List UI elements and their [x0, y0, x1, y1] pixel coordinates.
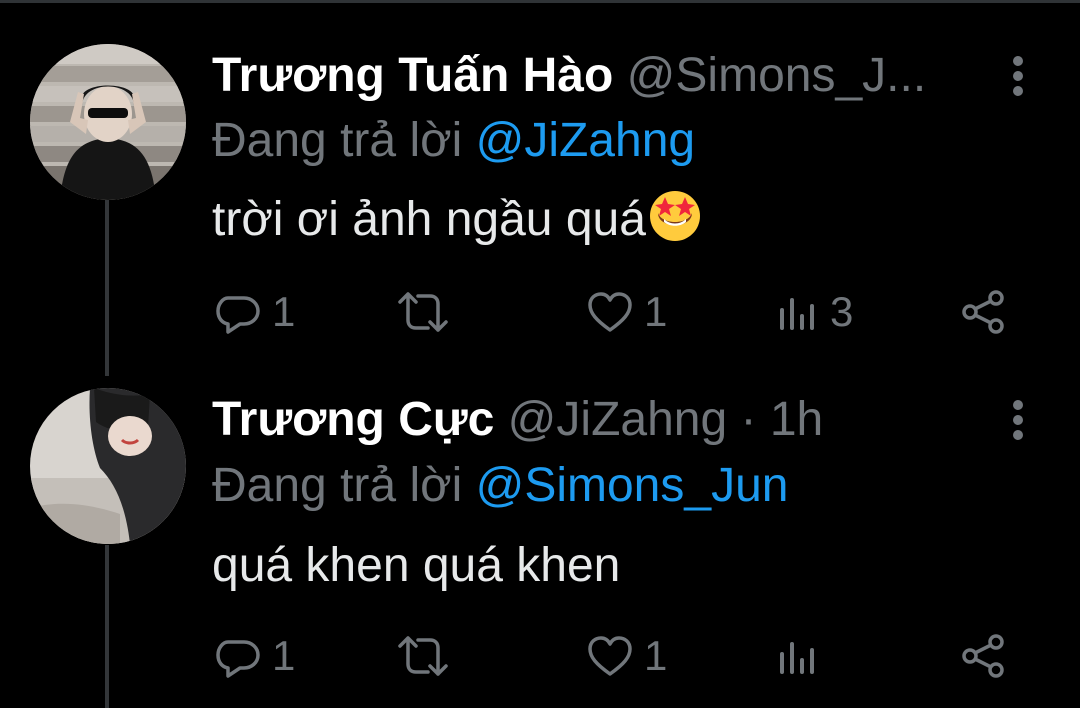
heart-icon	[588, 292, 632, 332]
tweet-header: Trương Cực @JiZahng · 1h	[212, 388, 990, 452]
replying-to: Đang trả lời @JiZahng	[212, 109, 695, 173]
like-count: 1	[644, 632, 668, 679]
views-icon	[780, 642, 814, 674]
reply-button[interactable]: 1	[214, 628, 295, 684]
display-name[interactable]: Trương Tuấn Hào	[212, 49, 613, 102]
retweet-button[interactable]	[396, 628, 460, 684]
replying-to: Đang trả lời @Simons_Jun	[212, 454, 788, 518]
tweet-text: quá khen quá khen	[212, 534, 620, 598]
retweet-icon	[398, 636, 448, 676]
tweet-text-content: trời ơi ảnh ngầu quá	[212, 193, 646, 246]
tweet-text-content: quá khen quá khen	[212, 539, 621, 592]
reply-prefix: Đang trả lời	[212, 114, 463, 167]
reply-icon	[216, 640, 260, 678]
more-button[interactable]	[1000, 389, 1036, 449]
heart-icon	[588, 636, 632, 676]
retweet-icon	[398, 292, 448, 332]
like-count: 1	[644, 288, 668, 335]
avatar[interactable]	[30, 44, 186, 200]
tweet[interactable]: Trương Tuấn Hào @Simons_J... Đang trả lờ…	[0, 0, 1080, 370]
like-button[interactable]: 1	[586, 284, 667, 340]
mention-link[interactable]: @JiZahng	[476, 114, 696, 167]
retweet-button[interactable]	[396, 284, 460, 340]
reply-button[interactable]: 1	[214, 284, 295, 340]
more-vertical-icon	[1013, 56, 1023, 96]
tweet-text: trời ơi ảnh ngầu quá	[212, 188, 702, 260]
tweet[interactable]: Trương Cực @JiZahng · 1h Đang trả lời @S…	[0, 370, 1080, 708]
views-button[interactable]	[776, 628, 830, 684]
more-button[interactable]	[1000, 45, 1036, 105]
avatar-photo	[30, 44, 186, 200]
display-name[interactable]: Trương Cực	[212, 393, 494, 446]
share-button[interactable]	[960, 628, 1006, 684]
like-button[interactable]: 1	[586, 628, 667, 684]
view-count: 3	[830, 288, 854, 335]
views-button[interactable]: 3	[776, 284, 853, 340]
more-vertical-icon	[1013, 400, 1023, 440]
mention-link[interactable]: @Simons_Jun	[476, 459, 789, 512]
handle[interactable]: @Simons_J...	[627, 49, 926, 102]
avatar-photo	[30, 388, 186, 544]
reply-icon	[216, 296, 260, 334]
tweet-header: Trương Tuấn Hào @Simons_J...	[212, 44, 990, 108]
share-icon	[962, 634, 1004, 678]
share-icon	[962, 290, 1004, 334]
reply-count: 1	[272, 632, 296, 679]
star-struck-emoji-icon	[648, 189, 702, 260]
share-button[interactable]	[960, 284, 1006, 340]
reply-count: 1	[272, 288, 296, 335]
avatar[interactable]	[30, 388, 186, 544]
reply-prefix: Đang trả lời	[212, 459, 463, 512]
views-icon	[780, 298, 814, 330]
handle[interactable]: @JiZahng · 1h	[508, 393, 824, 446]
